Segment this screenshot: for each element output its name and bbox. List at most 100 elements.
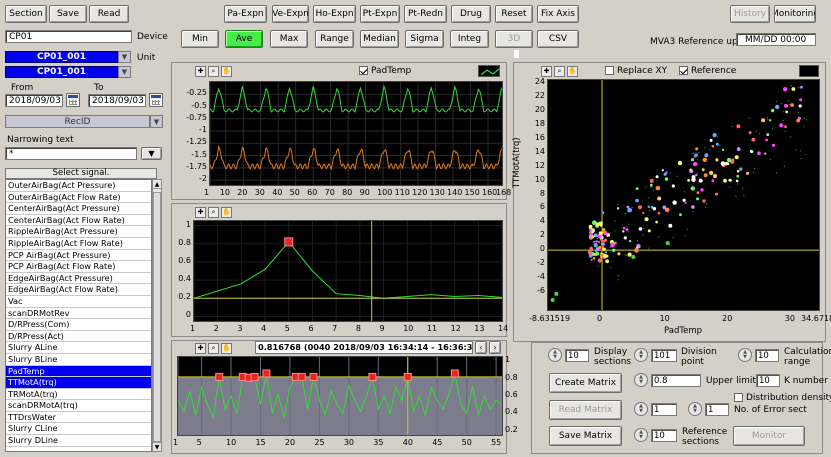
- toolbar-median-button[interactable]: Median: [360, 30, 399, 48]
- signal-list-scrollbar[interactable]: ▲ ▼: [152, 179, 162, 452]
- signal-list-item[interactable]: OuterAirBag(Act Flow Rate): [6, 192, 151, 204]
- signal-list-item[interactable]: Vac: [6, 296, 151, 308]
- hand-icon[interactable]: ✋: [221, 342, 232, 354]
- toolbar-range-button[interactable]: Range: [315, 30, 354, 48]
- hand-icon[interactable]: ✋: [221, 206, 232, 218]
- division-point-input[interactable]: 101: [651, 349, 677, 362]
- signal-list-item[interactable]: D/RPress(Act): [6, 331, 151, 343]
- toolbar-ho-expn-button[interactable]: Ho-Expn: [313, 5, 356, 23]
- signal-list-item[interactable]: TTDrsWater: [6, 412, 151, 424]
- scroll-down-icon[interactable]: ▼: [153, 442, 161, 451]
- signal-list-item[interactable]: CenterAirBag(Act Pressure): [6, 203, 151, 215]
- zoom-icon[interactable]: ⌕: [554, 65, 565, 77]
- division-point-spinner-icon[interactable]: ▲ ▼: [634, 348, 648, 362]
- toolbar-min-button[interactable]: Min: [181, 30, 219, 48]
- error-a-spinner-icon[interactable]: ▲ ▼: [634, 402, 648, 416]
- upper-limit-spinner-icon[interactable]: ▲ ▼: [634, 373, 648, 387]
- toolbar-ave-button[interactable]: Ave: [225, 30, 263, 48]
- scroll-thumb[interactable]: [153, 192, 161, 442]
- ref-sections-spinner-icon[interactable]: ▲ ▼: [634, 428, 648, 442]
- ref-sections-input[interactable]: 10: [651, 429, 677, 442]
- upper-limit-input[interactable]: 0.8: [651, 374, 701, 387]
- signal-list-item[interactable]: Slurry BLine: [6, 354, 151, 366]
- toolbar-drug-button[interactable]: Drug: [451, 5, 491, 23]
- zoom-icon[interactable]: ⌕: [208, 206, 219, 218]
- signal-list-item[interactable]: RippleAirBag(Act Flow Rate): [6, 238, 151, 250]
- crosshair-icon[interactable]: ✚: [195, 206, 206, 218]
- crosshair-icon[interactable]: ✚: [541, 65, 552, 77]
- toolbar-csv-button[interactable]: CSV: [537, 30, 579, 48]
- unit-dropdown-1-icon[interactable]: ▼: [118, 51, 131, 63]
- toolbar-integ-button[interactable]: Integ: [450, 30, 489, 48]
- signal-list-item[interactable]: scanDRMotRev: [6, 308, 151, 320]
- signal-list-item[interactable]: CenterAirBag(Act Flow Rate): [6, 215, 151, 227]
- chart1-legend[interactable]: PadTemp: [359, 66, 411, 76]
- error-b-spinner-icon[interactable]: ▲ ▼: [688, 402, 702, 416]
- unit-dropdown-2-icon[interactable]: ▼: [118, 66, 131, 78]
- toolbar-max-button[interactable]: Max: [270, 30, 308, 48]
- hand-icon[interactable]: ✋: [221, 65, 232, 77]
- monitoring-button[interactable]: Monitoring: [774, 5, 816, 23]
- signal-list-item[interactable]: PadTemp: [6, 365, 151, 378]
- history-button[interactable]: History: [730, 5, 770, 23]
- device-input[interactable]: CP01: [5, 30, 132, 43]
- error-a-input[interactable]: 1: [651, 403, 677, 416]
- narrowing-dropdown-button[interactable]: ▼: [141, 147, 162, 160]
- toolbar-sigma-button[interactable]: Sigma: [405, 30, 444, 48]
- calc-range-spinner-icon[interactable]: ▲ ▼: [738, 348, 752, 362]
- mva-reference-input[interactable]: MM/DD 00:00: [736, 33, 816, 46]
- signal-list[interactable]: OuterAirBag(Act Pressure) OuterAirBag(Act…: [5, 179, 152, 452]
- from-date-input[interactable]: 2018/09/03: [5, 94, 63, 107]
- zoom-icon[interactable]: ⌕: [208, 342, 219, 354]
- read-button[interactable]: Read: [89, 5, 129, 23]
- section-button[interactable]: Section: [5, 5, 47, 23]
- hand-icon[interactable]: ✋: [567, 65, 578, 77]
- toolbar-fix-axis-button[interactable]: Fix Axis: [537, 5, 579, 23]
- k-number-input[interactable]: 10: [756, 374, 780, 387]
- signal-list-item[interactable]: scanDRMotA(trq): [6, 400, 151, 412]
- display-sections-input[interactable]: 10: [565, 349, 589, 362]
- create-matrix-button[interactable]: Create Matrix: [549, 373, 622, 393]
- to-date-input[interactable]: 2018/09/03: [88, 94, 146, 107]
- read-matrix-button[interactable]: Read Matrix: [549, 400, 622, 420]
- signal-list-item[interactable]: TRMotA(trq): [6, 389, 151, 401]
- signal-list-item[interactable]: PCP AirBag(Act Flow Rate): [6, 261, 151, 273]
- unit-selector-2[interactable]: CP01_001: [5, 66, 118, 78]
- toolbar-ve-expn-button[interactable]: Ve-Expn: [272, 5, 309, 23]
- signal-list-item[interactable]: Slurry CLine: [6, 423, 151, 436]
- signal-list-item[interactable]: Slurry ALine: [6, 342, 151, 354]
- monitor-button[interactable]: Monitor: [733, 426, 805, 446]
- crosshair-icon[interactable]: ✚: [195, 342, 206, 354]
- replace-xy-toggle[interactable]: Replace XY: [605, 66, 667, 76]
- calc-range-input[interactable]: 10: [755, 349, 779, 362]
- to-calendar-icon[interactable]: [149, 93, 163, 107]
- reference-checkbox[interactable]: [679, 66, 688, 75]
- signal-list-item[interactable]: OuterAirBag(Act Pressure): [6, 180, 151, 192]
- signal-list-item[interactable]: TTMotA(trq): [6, 377, 151, 389]
- unit-selector-1[interactable]: CP01_001: [5, 51, 118, 63]
- save-button[interactable]: Save: [49, 5, 87, 23]
- next-icon[interactable]: ›: [489, 341, 501, 354]
- signal-list-item[interactable]: EdgeAirBag(Act Pressure): [6, 273, 151, 285]
- replace-xy-checkbox[interactable]: [605, 66, 614, 75]
- recid-dropdown-icon[interactable]: ▼: [150, 115, 163, 128]
- toolbar-pt-redn-button[interactable]: Pt-Redn: [404, 5, 447, 23]
- display-sections-spinner-icon[interactable]: ▲ ▼: [548, 348, 562, 362]
- zoom-icon[interactable]: ⌕: [208, 65, 219, 77]
- save-matrix-button[interactable]: Save Matrix: [549, 426, 622, 446]
- toolbar-3d-button[interactable]: 3D: [495, 30, 533, 48]
- scroll-up-icon[interactable]: ▲: [153, 180, 161, 189]
- signal-list-item[interactable]: Slurry DLine: [6, 435, 151, 447]
- error-b-input[interactable]: 1: [705, 403, 729, 416]
- prev-icon[interactable]: ‹: [475, 341, 487, 354]
- crosshair-icon[interactable]: ✚: [195, 65, 206, 77]
- signal-list-item[interactable]: PCP AirBag(Act Pressure): [6, 250, 151, 262]
- distribution-toggle[interactable]: Distribution density: [734, 393, 831, 403]
- toolbar-reset-button[interactable]: Reset: [495, 5, 533, 23]
- signal-list-item[interactable]: EdgeAirBag(Act Flow Rate): [6, 284, 151, 296]
- toolbar-pa-expn-button[interactable]: Pa-Expn: [224, 5, 267, 23]
- recid-selector[interactable]: RecID: [5, 115, 150, 128]
- distribution-checkbox[interactable]: [734, 393, 743, 402]
- padtemp-checkbox[interactable]: [359, 66, 368, 75]
- from-calendar-icon[interactable]: [66, 93, 80, 107]
